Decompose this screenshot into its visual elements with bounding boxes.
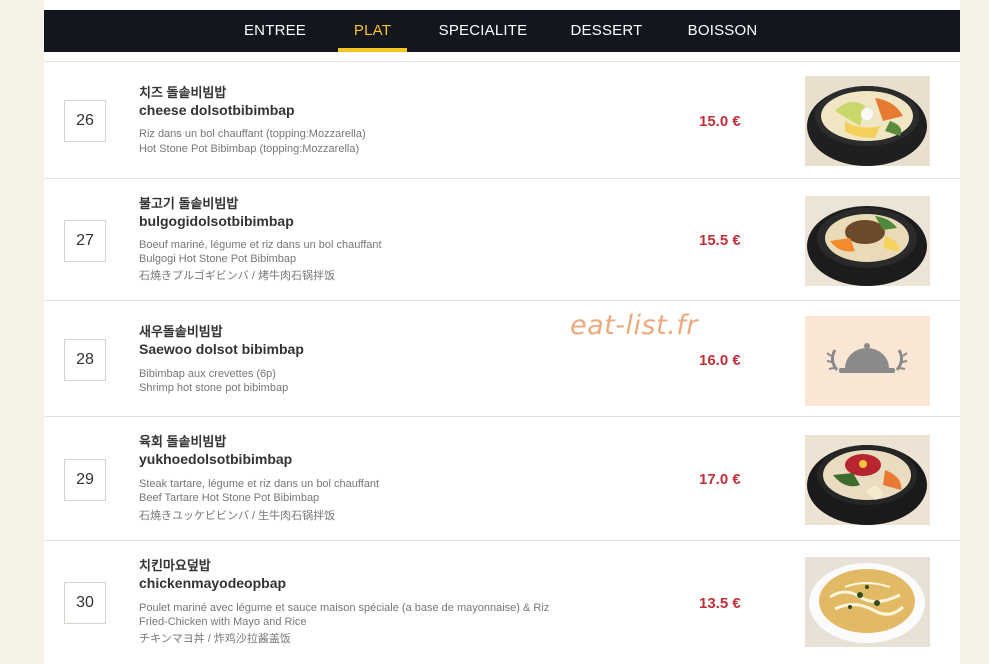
cloche-placeholder-icon[interactable] bbox=[805, 316, 930, 406]
item-name: chickenmayodeopbap bbox=[139, 575, 287, 591]
item-name-korean: 새우돌솥비빔밥 bbox=[139, 324, 223, 339]
chicken-mayo-rice-photo[interactable] bbox=[805, 557, 930, 647]
item-name: Saewoo dolsot bibimbap bbox=[139, 341, 304, 357]
item-number: 26 bbox=[64, 100, 106, 142]
tab-entree[interactable]: ENTREE bbox=[230, 10, 320, 52]
item-number: 27 bbox=[64, 220, 106, 262]
item-description-en: Bulgogi Hot Stone Pot Bibimbap bbox=[139, 253, 297, 265]
item-name-korean: 육회 돌솥비빔밥 bbox=[139, 434, 227, 449]
item-price: 17.0 € bbox=[699, 471, 741, 488]
item-name: bulgogidolsotbibimbap bbox=[139, 213, 294, 229]
item-number: 28 bbox=[64, 339, 106, 381]
bibimbap-yukhoe-photo[interactable] bbox=[805, 435, 930, 525]
item-name: cheese dolsotbibimbap bbox=[139, 102, 295, 118]
item-description-fr: Boeuf mariné, légume et riz dans un bol … bbox=[139, 239, 382, 251]
tab-specialite[interactable]: SPECIALITE bbox=[431, 10, 535, 52]
watermark-text: eat-list.fr bbox=[570, 310, 698, 341]
item-description-en: Beef Tartare Hot Stone Pot Bibimbap bbox=[139, 492, 320, 504]
category-navbar: ENTREE PLAT SPECIALITE DESSERT BOISSON bbox=[44, 10, 960, 52]
item-name-korean: 치즈 돌솥비빔밥 bbox=[139, 85, 227, 100]
bibimbap-cheese-photo[interactable] bbox=[805, 76, 930, 166]
item-price: 15.5 € bbox=[699, 232, 741, 249]
menu-item[interactable]: 26 치즈 돌솥비빔밥 cheese dolsotbibimbap Riz da… bbox=[44, 61, 960, 178]
item-number: 29 bbox=[64, 459, 106, 501]
item-name-korean: 불고기 돌솥비빔밥 bbox=[139, 196, 239, 211]
item-name: yukhoedolsotbibimbap bbox=[139, 451, 293, 467]
tab-plat[interactable]: PLAT bbox=[338, 10, 407, 52]
active-tab-indicator bbox=[338, 48, 407, 52]
item-description-en: Shrimp hot stone pot bibimbap bbox=[139, 382, 289, 394]
item-price: 15.0 € bbox=[699, 113, 741, 130]
tab-dessert[interactable]: DESSERT bbox=[559, 10, 654, 52]
menu-item[interactable]: 28 새우돌솥비빔밥 Saewoo dolsot bibimbap Bibimb… bbox=[44, 300, 960, 416]
menu-item[interactable]: 27 불고기 돌솥비빔밥 bulgogidolsotbibimbap Boeuf… bbox=[44, 178, 960, 300]
item-description-fr: Riz dans un bol chauffant (topping:Mozza… bbox=[139, 128, 366, 140]
item-description-en: Fried-Chicken with Mayo and Rice bbox=[139, 616, 307, 628]
menu-item[interactable]: 30 치킨마요덮밥 chickenmayodeopbap Poulet mari… bbox=[44, 540, 960, 664]
item-price: 16.0 € bbox=[699, 352, 741, 369]
item-description-fr: Steak tartare, légume et riz dans un bol… bbox=[139, 478, 380, 490]
menu-item[interactable]: 29 육회 돌솥비빔밥 yukhoedolsotbibimbap Steak t… bbox=[44, 416, 960, 540]
bibimbap-bulgogi-photo[interactable] bbox=[805, 196, 930, 286]
item-description-fr: Bibimbap aux crevettes (6p) bbox=[139, 368, 276, 380]
item-price: 13.5 € bbox=[699, 595, 741, 612]
item-description-fr: Poulet mariné avec légume et sauce maiso… bbox=[139, 602, 550, 614]
menu-page: ENTREE PLAT SPECIALITE DESSERT BOISSON 2… bbox=[44, 0, 960, 664]
item-description-en: Hot Stone Pot Bibimbap (topping:Mozzarel… bbox=[139, 143, 360, 155]
item-number: 30 bbox=[64, 582, 106, 624]
tab-boisson[interactable]: BOISSON bbox=[674, 10, 771, 52]
item-description-jp-cn: 石焼きプルゴギビンバ / 烤牛肉石锅拌饭 bbox=[139, 270, 335, 282]
item-name-korean: 치킨마요덮밥 bbox=[139, 558, 211, 573]
item-description-jp-cn: 石焼きユッケビビンバ / 生牛肉石锅拌饭 bbox=[139, 510, 336, 522]
item-description-jp-cn: チキンマヨ丼 / 炸鸡沙拉酱盖饭 bbox=[139, 633, 291, 645]
